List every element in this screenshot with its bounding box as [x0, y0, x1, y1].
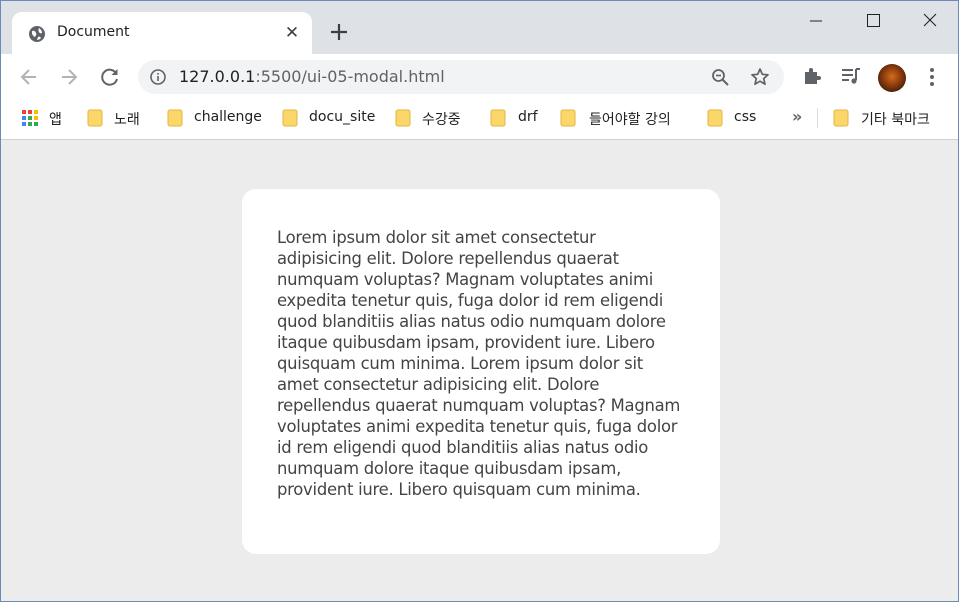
bookmark-label: drf [518, 109, 538, 125]
bookmark-label: docu_site [309, 109, 376, 125]
bookmarks-overflow-button[interactable]: » [792, 107, 802, 126]
maximize-icon[interactable] [850, 6, 896, 36]
tab-close-icon[interactable]: ✕ [282, 23, 302, 43]
bookmark-label: 기타 북마크 [861, 112, 930, 128]
url-path: :5500/ui-05-modal.html [255, 67, 445, 86]
folder-icon [490, 109, 506, 127]
new-tab-icon[interactable] [327, 20, 351, 44]
site-info-icon[interactable] [150, 69, 166, 85]
globe-icon [29, 26, 45, 42]
page-viewport: Lorem ipsum dolor sit amet consectetur a… [1, 141, 958, 601]
folder-icon [395, 109, 411, 127]
browser-toolbar: 127.0.0.1:5500/ui-05-modal.html [1, 54, 958, 100]
modal-body-text: Lorem ipsum dolor sit amet consectetur a… [277, 228, 681, 499]
bookmark-label: 앱 [49, 112, 62, 128]
extensions-puzzle-icon[interactable] [801, 65, 823, 87]
forward-arrow-icon[interactable] [58, 66, 80, 88]
bookmarks-bar: 앱 노래 challenge docu_site 수강중 drf 들어야할 강의 [1, 100, 958, 140]
folder-icon [282, 109, 298, 127]
folder-icon [87, 109, 103, 127]
bookmark-label: 노래 [114, 112, 140, 128]
close-icon[interactable] [907, 6, 953, 36]
media-control-icon[interactable] [840, 66, 862, 86]
bookmark-label: css [734, 109, 757, 125]
profile-avatar[interactable] [878, 64, 906, 92]
bookmark-label: 들어야할 강의 [589, 112, 671, 128]
folder-icon [167, 109, 183, 127]
bookmark-star-icon[interactable] [750, 67, 770, 87]
modal-dialog: Lorem ipsum dolor sit amet consectetur a… [242, 189, 720, 554]
address-bar[interactable]: 127.0.0.1:5500/ui-05-modal.html [138, 60, 784, 94]
minimize-icon[interactable] [793, 6, 839, 36]
folder-icon [560, 109, 576, 127]
tab-title: Document [57, 24, 130, 40]
url-host: 127.0.0.1 [179, 67, 256, 86]
browser-window: Document ✕ 127.0.0.1:5500/ui-05-modal.ht… [0, 0, 959, 602]
back-arrow-icon[interactable] [18, 66, 40, 88]
folder-icon [707, 109, 723, 127]
bookmark-label: 수강중 [422, 112, 461, 128]
more-menu-icon[interactable] [925, 66, 939, 88]
tab-document[interactable]: Document ✕ [12, 12, 312, 55]
apps-grid-icon[interactable] [21, 109, 39, 127]
folder-icon [833, 109, 849, 127]
tab-strip: Document ✕ [1, 1, 958, 55]
reload-icon[interactable] [99, 66, 121, 88]
url-text: 127.0.0.1:5500/ui-05-modal.html [179, 67, 445, 86]
bookmark-label: challenge [194, 109, 262, 125]
zoom-icon[interactable] [711, 68, 730, 87]
bookmarks-divider [817, 108, 818, 128]
